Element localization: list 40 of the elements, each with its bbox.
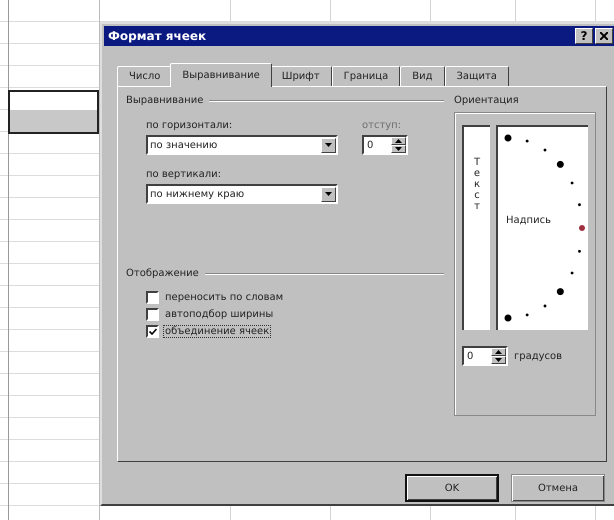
checkbox[interactable]: [146, 291, 159, 304]
down-arrow-icon: [325, 192, 332, 196]
orientation-dial[interactable]: Надпись: [496, 125, 588, 330]
degrees-field[interactable]: 0: [462, 346, 508, 366]
dial-label: Надпись: [506, 215, 551, 226]
vertical-text: Текст: [472, 157, 482, 214]
close-button[interactable]: [595, 28, 613, 44]
down-arrow-icon: [325, 143, 332, 147]
down-arrow-icon: [495, 358, 502, 362]
vertical-text-option[interactable]: Текст: [462, 125, 490, 330]
ok-button[interactable]: OK: [405, 474, 499, 502]
tab[interactable]: Шрифт: [270, 66, 332, 86]
group-title: Отображение: [126, 268, 199, 279]
dropdown-field[interactable]: по нижнему краю: [146, 184, 338, 204]
tab[interactable]: Вид: [400, 66, 444, 86]
checkbox[interactable]: [146, 325, 159, 338]
tab[interactable]: Число: [117, 66, 172, 86]
dropdown-field[interactable]: по значению: [146, 135, 338, 155]
window-title: Формат ячеек: [108, 29, 206, 43]
tab[interactable]: Защита: [444, 66, 509, 86]
checkbox-label[interactable]: объединение ячеек: [163, 325, 272, 338]
selected-cell[interactable]: [8, 90, 99, 134]
field-label: отступ:: [362, 120, 402, 131]
down-arrow-icon: [395, 147, 402, 151]
field-label: по вертикали:: [146, 169, 222, 180]
checkbox-label[interactable]: автоподбор ширины: [163, 308, 276, 321]
help-button[interactable]: ?: [575, 28, 593, 44]
checkbox-label[interactable]: переносить по словам: [163, 291, 286, 304]
field-label: по горизонтали:: [146, 120, 234, 131]
check-icon: [148, 328, 156, 335]
group-title: Выравнивание: [126, 95, 204, 106]
cancel-button[interactable]: Отмена: [511, 474, 605, 502]
up-arrow-icon: [395, 139, 402, 143]
group-title: Ориентация: [454, 95, 520, 106]
tab[interactable]: Выравнивание: [170, 63, 272, 87]
up-arrow-icon: [495, 350, 502, 354]
checkbox[interactable]: [146, 308, 159, 321]
tab[interactable]: Граница: [332, 66, 400, 86]
degrees-label: градусов: [514, 350, 562, 362]
close-icon: [600, 32, 608, 40]
